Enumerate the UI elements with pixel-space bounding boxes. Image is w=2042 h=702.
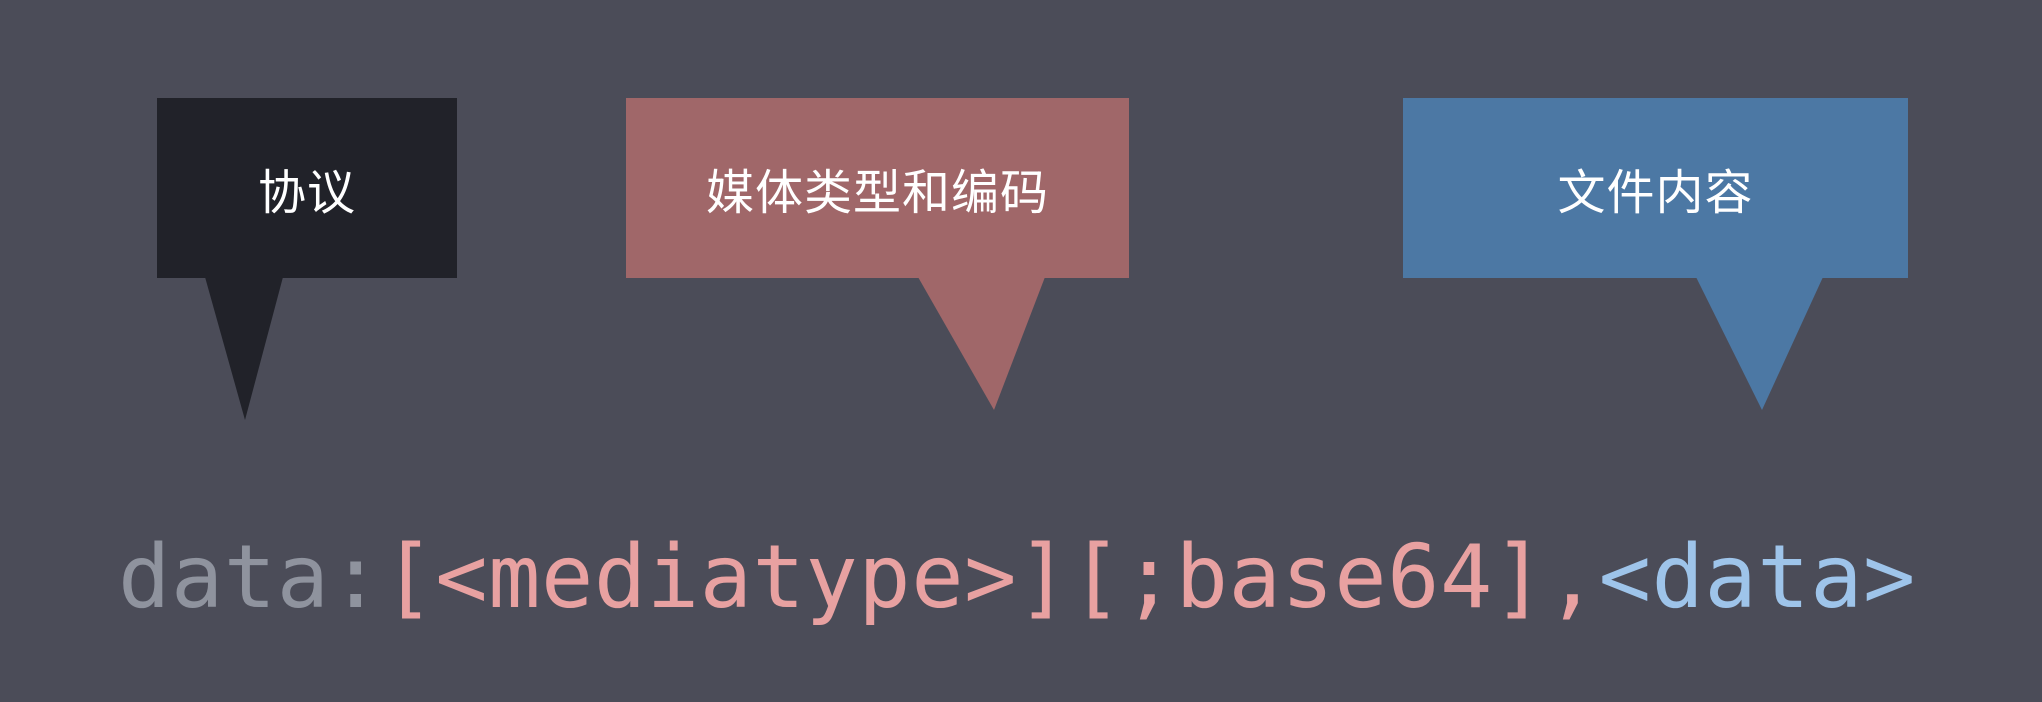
data-callout-box: 文件内容 bbox=[1403, 98, 1908, 278]
data-uri-syntax: data:[<mediatype>][;base64],<data> bbox=[118, 522, 1916, 632]
syntax-protocol: data: bbox=[118, 526, 383, 628]
data-callout-label: 文件内容 bbox=[1557, 165, 1754, 221]
protocol-callout-label: 协议 bbox=[257, 165, 356, 221]
syntax-mediatype-encoding: [<mediatype>][;base64], bbox=[382, 526, 1599, 628]
mediatype-callout-pointer bbox=[918, 277, 1045, 410]
protocol-callout-box: 协议 bbox=[157, 98, 457, 278]
mediatype-callout-label: 媒体类型和编码 bbox=[705, 165, 1049, 221]
data-callout-pointer bbox=[1696, 277, 1823, 410]
syntax-data: <data> bbox=[1598, 526, 1916, 628]
protocol-callout-pointer bbox=[205, 277, 283, 420]
mediatype-callout-box: 媒体类型和编码 bbox=[626, 98, 1129, 278]
